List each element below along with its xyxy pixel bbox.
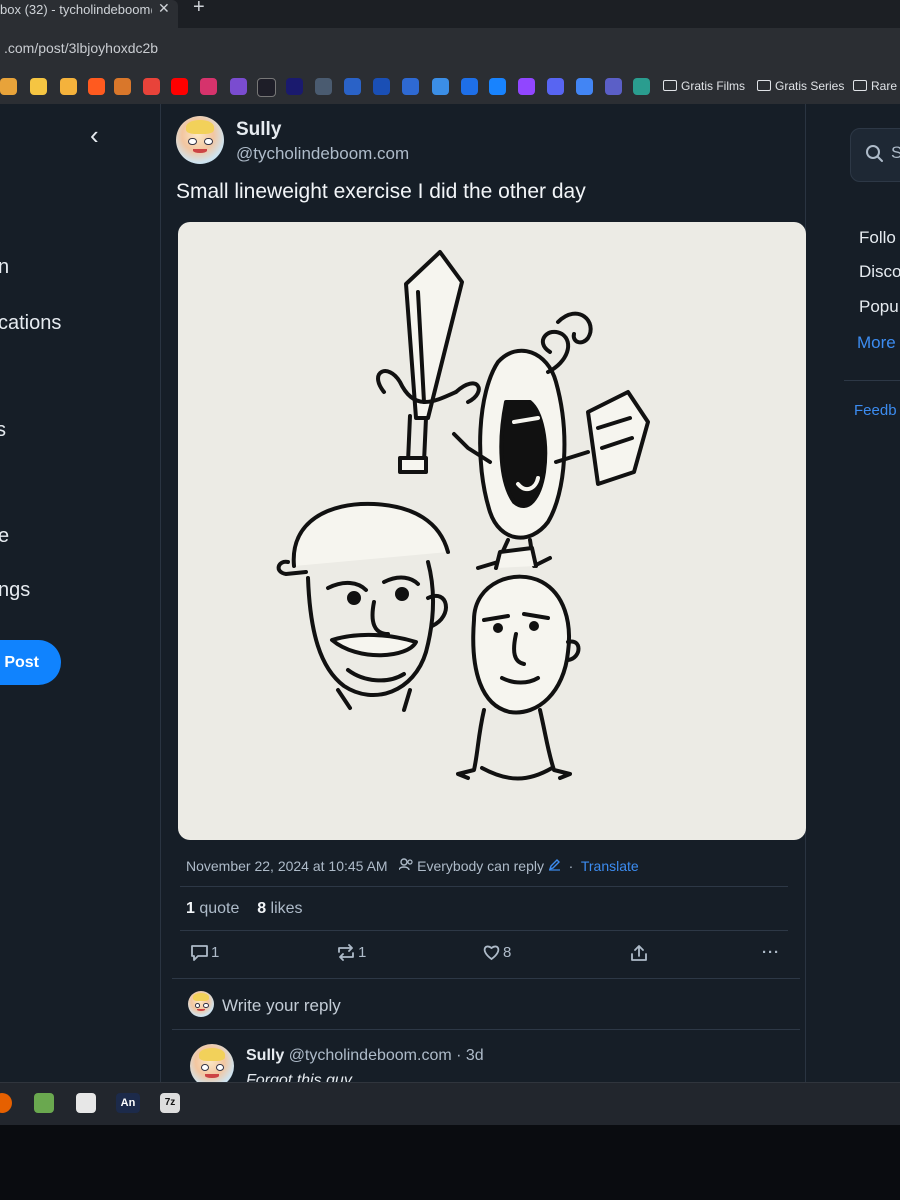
bol-icon[interactable] xyxy=(373,78,390,95)
feed-link-discover[interactable]: Disco xyxy=(859,262,900,282)
firefox-icon[interactable] xyxy=(0,1093,12,1113)
dropbox-icon[interactable] xyxy=(461,78,478,95)
docs-icon[interactable] xyxy=(576,78,593,95)
bookmark-icon[interactable] xyxy=(257,78,276,97)
address-bar[interactable]: .com/post/3lbjoyhoxdc2b xyxy=(0,28,900,70)
post-image[interactable] xyxy=(178,222,806,840)
steam-icon[interactable] xyxy=(315,78,332,95)
browser-tab[interactable]: box (32) - tycholindeboom@ ✕ xyxy=(0,0,178,28)
tab-title: box (32) - tycholindeboom@ xyxy=(0,2,152,17)
soundcloud-icon[interactable] xyxy=(88,78,105,95)
url-text[interactable]: .com/post/3lbjoyhoxdc2b xyxy=(4,40,158,56)
nav-item-lists[interactable]: s xyxy=(0,419,6,442)
quote-label[interactable]: quote xyxy=(199,900,239,917)
right-sidebar: S Follo Disco Popu More Feedb xyxy=(806,104,900,1125)
notes-icon[interactable] xyxy=(76,1093,96,1113)
reply-composer[interactable]: Write your reply xyxy=(172,978,800,1030)
teams-icon[interactable] xyxy=(605,78,622,95)
post-meta: November 22, 2024 at 10:45 AM Everybody … xyxy=(186,858,639,874)
close-icon[interactable]: ✕ xyxy=(158,0,170,17)
post-text: Small lineweight exercise I did the othe… xyxy=(176,180,586,203)
nav-item-notifications[interactable]: cations xyxy=(0,312,61,335)
translate-link[interactable]: Translate xyxy=(581,858,639,874)
back-arrow-icon[interactable]: ‹ xyxy=(90,120,99,151)
divider xyxy=(180,930,788,931)
reply-icon xyxy=(191,945,208,961)
bookmark-icon[interactable] xyxy=(60,78,77,95)
paypal-icon[interactable] xyxy=(344,78,361,95)
bookmark-folder[interactable]: Gratis Films xyxy=(663,79,745,93)
more-feeds-link[interactable]: More xyxy=(857,333,896,353)
engagement-counts: 1 quote 8 likes xyxy=(186,900,303,918)
post-thread: Sully @tycholindeboom.com Small lineweig… xyxy=(160,104,806,1125)
app-icon[interactable] xyxy=(34,1093,54,1113)
new-post-button[interactable]: Post xyxy=(0,640,61,685)
folder-icon xyxy=(663,80,677,91)
bluesky-icon[interactable] xyxy=(489,78,506,95)
nav-item-profile[interactable]: e xyxy=(0,525,9,548)
divider xyxy=(180,886,788,887)
globe-icon[interactable] xyxy=(633,78,650,95)
like-count: 8 xyxy=(257,900,267,917)
nav-item-settings[interactable]: ngs xyxy=(0,579,30,602)
youtube-icon[interactable] xyxy=(171,78,188,95)
heart-icon xyxy=(483,945,500,961)
browser-tab-bar: box (32) - tycholindeboom@ ✕ + xyxy=(0,0,900,28)
edit-pencil-icon[interactable] xyxy=(548,858,561,871)
search-input[interactable]: S xyxy=(850,128,900,182)
os-taskbar: An 7z xyxy=(0,1082,900,1125)
feedback-link[interactable]: Feedb xyxy=(854,402,897,419)
search-icon xyxy=(866,145,883,162)
avatar[interactable] xyxy=(176,116,224,164)
monitor-screen: box (32) - tycholindeboom@ ✕ + .com/post… xyxy=(0,0,900,1125)
nav-item-search[interactable]: n xyxy=(0,256,9,279)
bluesky-page: ‹ n cations s e ngs Post Sully @tycholin… xyxy=(0,104,900,1125)
bookmark-icon[interactable] xyxy=(432,78,449,95)
left-nav: ‹ n cations s e ngs Post xyxy=(0,104,161,1125)
bookmark-icon[interactable] xyxy=(114,78,131,95)
kickstarter-icon[interactable] xyxy=(143,78,160,95)
search-placeholder: S xyxy=(891,143,900,162)
likes-label[interactable]: likes xyxy=(271,900,303,917)
meta-separator: · xyxy=(568,858,574,874)
like-button[interactable]: 8 xyxy=(482,944,511,961)
feed-link-popular[interactable]: Popu xyxy=(859,297,899,317)
cartoon-drawing xyxy=(276,250,650,781)
animate-icon[interactable]: An xyxy=(116,1093,140,1113)
post-author-handle[interactable]: @tycholindeboom.com xyxy=(236,144,409,164)
repost-icon xyxy=(338,944,354,961)
instagram-icon[interactable] xyxy=(200,78,217,95)
post-timestamp[interactable]: November 22, 2024 at 10:45 AM xyxy=(186,858,388,874)
avatar xyxy=(188,991,214,1017)
bookmark-folder[interactable]: Gratis Series xyxy=(757,79,844,93)
repost-button[interactable]: 1 xyxy=(336,944,366,961)
bookmark-icon[interactable] xyxy=(402,78,419,95)
bookmark-folder[interactable]: Rare xyxy=(853,79,897,93)
7zip-icon[interactable]: 7z xyxy=(160,1093,180,1113)
discord-icon[interactable] xyxy=(547,78,564,95)
reply-button[interactable]: 1 xyxy=(190,944,219,961)
reply-author[interactable]: Sully @tycholindeboom.com · 3d xyxy=(246,1047,484,1065)
bookmark-icon[interactable] xyxy=(230,78,247,95)
twitch-icon[interactable] xyxy=(518,78,535,95)
bookmarks-bar: Gratis Films Gratis Series Rare xyxy=(0,70,900,105)
share-icon xyxy=(631,945,647,961)
more-options-icon[interactable]: ··· xyxy=(762,944,780,961)
bookmark-icon[interactable] xyxy=(286,78,303,95)
feed-link-following[interactable]: Follo xyxy=(859,228,896,248)
reply-placeholder[interactable]: Write your reply xyxy=(222,996,341,1016)
divider xyxy=(844,380,900,381)
people-icon xyxy=(398,858,413,871)
folder-icon xyxy=(757,80,771,91)
quote-count: 1 xyxy=(186,900,195,917)
share-button[interactable] xyxy=(630,944,650,962)
bookmark-icon[interactable] xyxy=(30,78,47,95)
folder-icon xyxy=(853,80,867,91)
post-author-name[interactable]: Sully xyxy=(236,119,281,141)
new-tab-button[interactable]: + xyxy=(193,0,205,19)
bookmark-icon[interactable] xyxy=(0,78,17,95)
reply-setting[interactable]: Everybody can reply xyxy=(417,858,544,874)
